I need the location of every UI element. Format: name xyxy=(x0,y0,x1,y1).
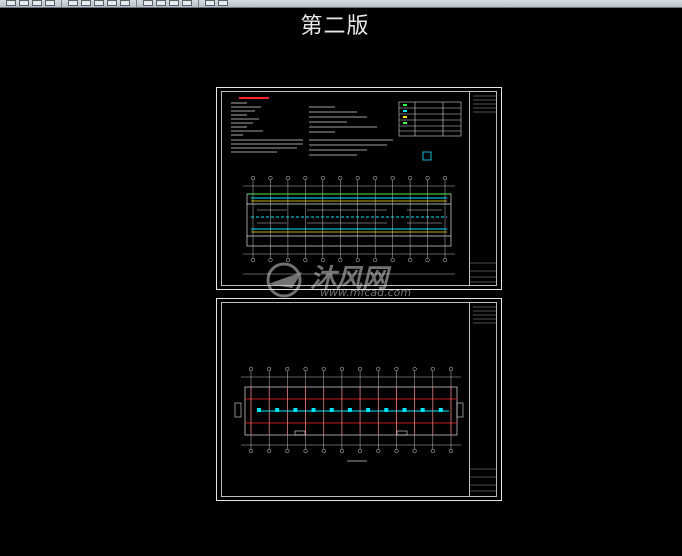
axis-bubble xyxy=(248,448,254,454)
toolbar xyxy=(0,0,682,8)
axis-bubble xyxy=(376,366,381,372)
design-notes-left xyxy=(231,102,303,153)
axis-bubble xyxy=(442,257,448,263)
notes-title-bar xyxy=(239,97,269,99)
cyan-fixture xyxy=(402,408,407,412)
axis-bubble xyxy=(285,366,290,372)
drawing-sheet-top[interactable] xyxy=(216,87,502,290)
axis-bubble xyxy=(338,257,343,263)
cyan-fixture xyxy=(275,408,280,412)
cyan-fixture xyxy=(366,408,371,412)
axis-bubble xyxy=(267,448,272,454)
drawing-sheet-bottom[interactable] xyxy=(216,298,502,501)
axis-bubble xyxy=(320,257,325,263)
legend-table xyxy=(398,101,462,137)
axis-bubble xyxy=(250,175,256,181)
axis-bubble xyxy=(303,448,308,454)
toolbar-separator xyxy=(198,0,199,7)
axis-bubble xyxy=(358,448,363,454)
axis-bubble xyxy=(373,257,378,263)
axis-bubble xyxy=(303,175,308,181)
plan-axes-top xyxy=(250,175,448,263)
cyan-fixture xyxy=(257,408,261,412)
axis-bubble xyxy=(425,257,430,263)
axis-bubble xyxy=(339,448,344,454)
zoom-previous-icon[interactable] xyxy=(120,0,130,6)
sheet-top-drawing xyxy=(231,95,497,283)
cyan-fixture xyxy=(347,408,352,412)
match-properties-icon[interactable] xyxy=(68,0,78,6)
properties-icon[interactable] xyxy=(143,0,153,6)
axis-bubble xyxy=(267,366,272,372)
zoom-window-icon[interactable] xyxy=(107,0,117,6)
axis-bubble xyxy=(358,366,363,372)
layer-icon[interactable] xyxy=(205,0,215,6)
cyan-fixture xyxy=(329,408,334,412)
title-block-lines xyxy=(469,95,497,283)
axis-bubble xyxy=(373,175,378,181)
axis-bubble xyxy=(390,257,395,263)
print-icon[interactable] xyxy=(45,0,55,6)
floor-plan-top xyxy=(246,193,452,247)
axis-bubble xyxy=(355,257,360,263)
axis-bubble xyxy=(338,175,343,181)
dimension-lines-top xyxy=(243,185,455,275)
help-icon[interactable] xyxy=(218,0,228,6)
cyan-fixture xyxy=(384,408,389,412)
axis-bubble xyxy=(448,366,454,372)
axis-bubble xyxy=(442,175,448,181)
axis-bubble xyxy=(303,366,308,372)
redo-icon[interactable] xyxy=(19,0,29,6)
axis-bubble xyxy=(390,175,395,181)
axis-bubble xyxy=(394,448,399,454)
axis-bubble xyxy=(412,448,417,454)
pan-icon[interactable] xyxy=(81,0,91,6)
zoom-icon[interactable] xyxy=(94,0,104,6)
cyan-fixture xyxy=(311,408,316,412)
axis-bubble xyxy=(303,257,308,263)
cyan-fixture xyxy=(438,408,443,412)
axis-bubble xyxy=(448,448,454,454)
design-notes-middle xyxy=(309,106,393,156)
axis-bubble xyxy=(321,448,326,454)
axis-bubble xyxy=(248,366,254,372)
undo-icon[interactable] xyxy=(6,0,16,6)
cyan-fixture xyxy=(293,408,298,412)
sheet-bottom-drawing xyxy=(234,306,497,492)
axis-bubble xyxy=(355,175,360,181)
redo-arrow-icon[interactable] xyxy=(32,0,42,6)
axis-bubble xyxy=(430,448,435,454)
axis-bubble xyxy=(268,175,273,181)
axis-bubble xyxy=(408,257,413,263)
axis-bubble xyxy=(408,175,413,181)
axis-bubble xyxy=(285,448,290,454)
axis-bubble xyxy=(394,366,399,372)
version-label: 第二版 xyxy=(300,14,370,39)
axis-bubble xyxy=(430,366,435,372)
axis-bubble xyxy=(425,175,430,181)
legend-detail-box xyxy=(422,151,432,161)
axis-bubble xyxy=(412,366,417,372)
cyan-fixture xyxy=(420,408,425,412)
design-center-icon[interactable] xyxy=(156,0,166,6)
axis-bubble xyxy=(285,257,290,263)
toolbar-separator xyxy=(61,0,62,7)
axis-bubble xyxy=(320,175,325,181)
axis-bubble xyxy=(321,366,326,372)
axis-bubble xyxy=(268,257,273,263)
axis-bubble xyxy=(339,366,344,372)
axis-bubble xyxy=(376,448,381,454)
plan-room-text xyxy=(257,209,442,224)
sheet-set-icon[interactable] xyxy=(182,0,192,6)
tool-palettes-icon[interactable] xyxy=(169,0,179,6)
plan-cyan-runs xyxy=(251,197,447,230)
axis-bubble xyxy=(250,257,256,263)
axis-bubble xyxy=(285,175,290,181)
toolbar-separator xyxy=(136,0,137,7)
title-block-lines xyxy=(469,306,497,492)
